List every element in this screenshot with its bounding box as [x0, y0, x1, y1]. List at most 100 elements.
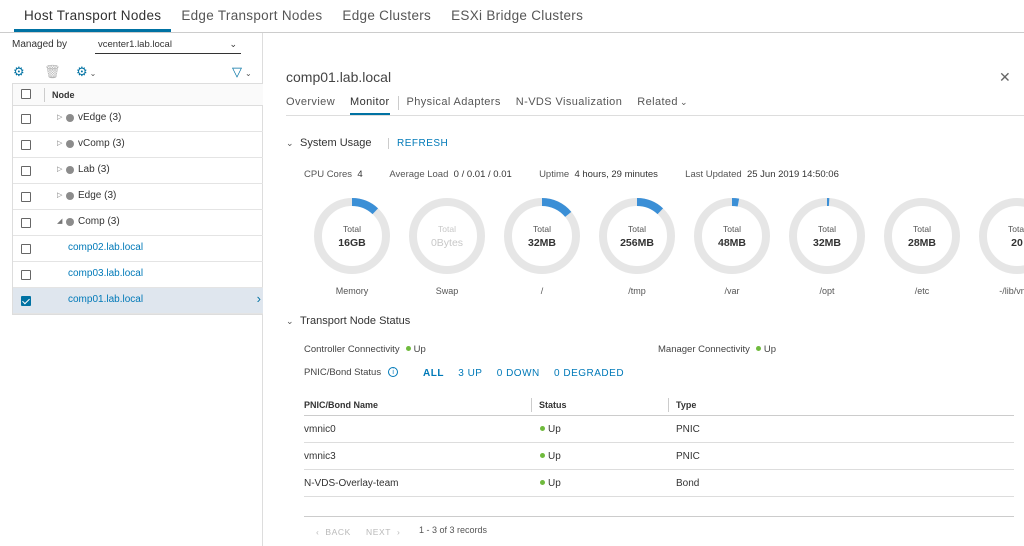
- filter-icon[interactable]: ▽ ⌄: [232, 65, 252, 81]
- row-checkbox-checked[interactable]: [21, 296, 31, 306]
- controller-connectivity-value: Up: [413, 344, 426, 355]
- expand-caret-icon[interactable]: ▷: [57, 113, 62, 121]
- group-label: vComp (3): [78, 138, 125, 149]
- uptime-value: 4 hours, 29 minutes: [574, 169, 658, 180]
- record-count: 1 - 3 of 3 records: [419, 525, 488, 535]
- node-link[interactable]: comp03.lab.local: [68, 268, 143, 279]
- configure-nsx-icon[interactable]: ⚙: [13, 65, 25, 79]
- column-type: Type: [676, 400, 697, 410]
- usage-donut: Total 32MB/opt: [787, 196, 867, 296]
- filter-all[interactable]: ALL: [423, 368, 444, 379]
- status-up-dot: [755, 346, 761, 352]
- node-link[interactable]: comp01.lab.local: [68, 294, 143, 305]
- node-detail-panel: comp01.lab.local ✕ Overview Monitor Phys…: [286, 62, 1024, 546]
- detail-tab-bar: Overview Monitor Physical Adapters N-VDS…: [286, 96, 1024, 116]
- transport-status-toggle[interactable]: ⌄ Transport Node Status: [286, 315, 410, 327]
- group-label: Lab (3): [78, 164, 110, 175]
- collapse-caret-icon[interactable]: ◢: [57, 217, 62, 225]
- row-checkbox[interactable]: [21, 270, 31, 280]
- donut-value: 16GB: [338, 237, 366, 249]
- tab-related-label: Related: [637, 96, 678, 108]
- pnic-table-header: PNIC/Bond Name Status Type: [304, 395, 1014, 416]
- tab-edge-clusters[interactable]: Edge Clusters: [332, 8, 441, 32]
- managed-by-label: Managed by: [12, 39, 68, 50]
- node-link[interactable]: comp02.lab.local: [68, 242, 143, 253]
- donut-value: 32MB: [527, 237, 556, 249]
- last-updated-label: Last Updated: [685, 169, 742, 180]
- tree-group-row[interactable]: ◢ Comp (3): [13, 210, 263, 236]
- tree-leaf-row[interactable]: comp02.lab.local: [13, 236, 263, 262]
- row-checkbox[interactable]: [21, 192, 31, 202]
- chevron-right-icon[interactable]: ›: [257, 291, 261, 306]
- tab-related[interactable]: Related ⌄: [637, 96, 688, 115]
- row-checkbox[interactable]: [21, 244, 31, 254]
- donut-label: /opt: [819, 286, 835, 296]
- filter-degraded[interactable]: 0 DEGRADED: [554, 368, 624, 379]
- pnic-table-footer: ‹ BACK NEXT › 1 - 3 of 3 records: [304, 516, 1014, 546]
- average-load-value: 0 / 0.01 / 0.01: [453, 169, 512, 180]
- collapse-chevron-icon: ⌄: [286, 316, 294, 326]
- row-checkbox[interactable]: [21, 218, 31, 228]
- expand-caret-icon[interactable]: ▷: [57, 139, 62, 147]
- node-tree-panel: Managed by vcenter1.lab.local ⌄ ⚙ 🗑 ⚙ ⌄ ▽…: [12, 33, 263, 546]
- back-button[interactable]: ‹ BACK: [316, 527, 351, 537]
- tree-leaf-row-selected[interactable]: comp01.lab.local ›: [13, 288, 263, 314]
- group-label: Edge (3): [78, 190, 117, 201]
- group-status-dot: [66, 218, 74, 226]
- select-all-checkbox[interactable]: [21, 89, 31, 99]
- tab-overview[interactable]: Overview: [286, 96, 335, 115]
- pnic-status: Up: [534, 451, 561, 462]
- tree-leaf-row[interactable]: comp03.lab.local: [13, 262, 263, 288]
- usage-donuts: Total 16GB Memory Total 0Bytes Swap Total 32M…: [312, 196, 1024, 306]
- tab-nvds-visualization[interactable]: N-VDS Visualization: [516, 96, 622, 115]
- row-checkbox[interactable]: [21, 114, 31, 124]
- expand-caret-icon[interactable]: ▷: [57, 191, 62, 199]
- row-checkbox[interactable]: [21, 140, 31, 150]
- info-icon[interactable]: i: [388, 367, 399, 378]
- system-usage-toggle[interactable]: ⌄ System Usage: [286, 137, 372, 149]
- donut-label: /tmp: [628, 286, 646, 296]
- close-icon[interactable]: ✕: [999, 69, 1011, 86]
- manager-connectivity-value: Up: [763, 344, 777, 355]
- pnic-status-filters: ALL 3 UP 0 DOWN 0 DEGRADED: [423, 368, 635, 379]
- row-checkbox[interactable]: [21, 166, 31, 176]
- refresh-button[interactable]: REFRESH: [388, 138, 448, 149]
- group-label: Comp (3): [78, 216, 120, 227]
- pnic-type: PNIC: [676, 451, 700, 462]
- controller-connectivity: Controller Connectivity Up: [304, 344, 426, 355]
- tree-group-row[interactable]: ▷ Lab (3): [13, 158, 263, 184]
- tree-group-row[interactable]: ▷ vComp (3): [13, 132, 263, 158]
- cpu-cores-label: CPU Cores: [304, 169, 353, 180]
- next-button[interactable]: NEXT ›: [366, 527, 400, 537]
- filter-down[interactable]: 0 DOWN: [497, 368, 540, 379]
- usage-donut: Total20-/lib/vmw: [977, 196, 1024, 296]
- pnic-bond-status-label: PNIC/Bond Status: [304, 367, 382, 378]
- cpu-cores-value: 4: [357, 169, 363, 180]
- tab-esxi-bridge-clusters[interactable]: ESXi Bridge Clusters: [441, 8, 593, 32]
- column-node: Node: [52, 90, 75, 100]
- tree-group-row[interactable]: ▷ Edge (3): [13, 184, 263, 210]
- system-stats: CPU Cores 4 Average Load 0 / 0.01 / 0.01…: [304, 169, 839, 180]
- tab-host-transport-nodes[interactable]: Host Transport Nodes: [14, 8, 172, 32]
- tree-group-row[interactable]: ▷ vEdge (3): [13, 106, 263, 132]
- delete-icon[interactable]: 🗑: [44, 65, 61, 79]
- tab-monitor[interactable]: Monitor: [350, 96, 390, 115]
- node-grid-header: Node: [13, 84, 263, 106]
- tab-physical-adapters[interactable]: Physical Adapters: [407, 96, 501, 115]
- actions-gear-icon[interactable]: ⚙ ⌄: [76, 65, 96, 81]
- system-usage-heading: System Usage: [300, 137, 372, 149]
- usage-donut: Total 32MB /: [502, 196, 582, 296]
- expand-caret-icon[interactable]: ▷: [57, 165, 62, 173]
- status-up-dot: [540, 480, 545, 486]
- donut-value: 28MB: [907, 237, 936, 249]
- column-status: Status: [539, 400, 567, 410]
- group-status-dot: [66, 166, 74, 174]
- manager-connectivity: Manager Connectivity Up: [658, 344, 776, 355]
- donut-value: 32MB: [812, 237, 841, 249]
- filter-up[interactable]: 3 UP: [458, 368, 482, 379]
- usage-donut: Total 28MB/etc: [882, 196, 962, 296]
- usage-donut: Total 48MB/var: [692, 196, 772, 296]
- usage-donut: Total 0Bytes Swap: [407, 196, 487, 296]
- managed-by-select[interactable]: vcenter1.lab.local ⌄: [95, 37, 241, 54]
- tab-edge-transport-nodes[interactable]: Edge Transport Nodes: [171, 8, 332, 32]
